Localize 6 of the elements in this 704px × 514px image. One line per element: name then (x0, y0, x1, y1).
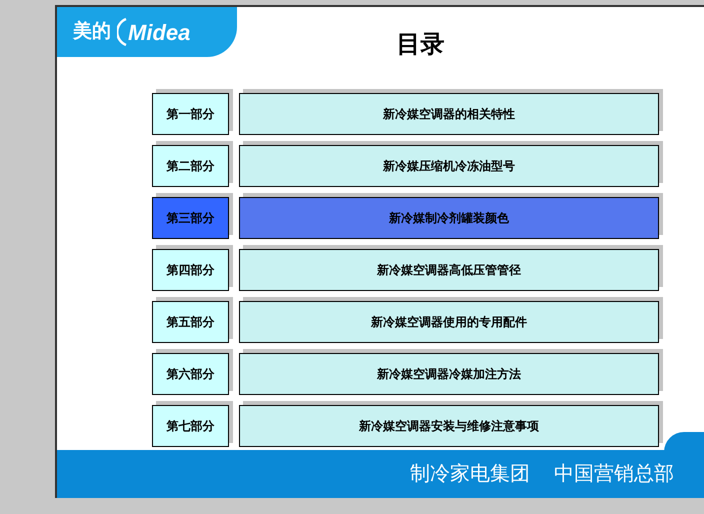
swoosh-arc-icon (117, 17, 127, 47)
slide-title: 目录 (396, 30, 444, 60)
footer-text: 制冷家电集团 (410, 462, 530, 487)
logo-wordmark: Midea (128, 18, 190, 46)
footer-text: 中国营销总部 (554, 462, 674, 487)
logo-chinese-text: 美的 (73, 19, 111, 44)
